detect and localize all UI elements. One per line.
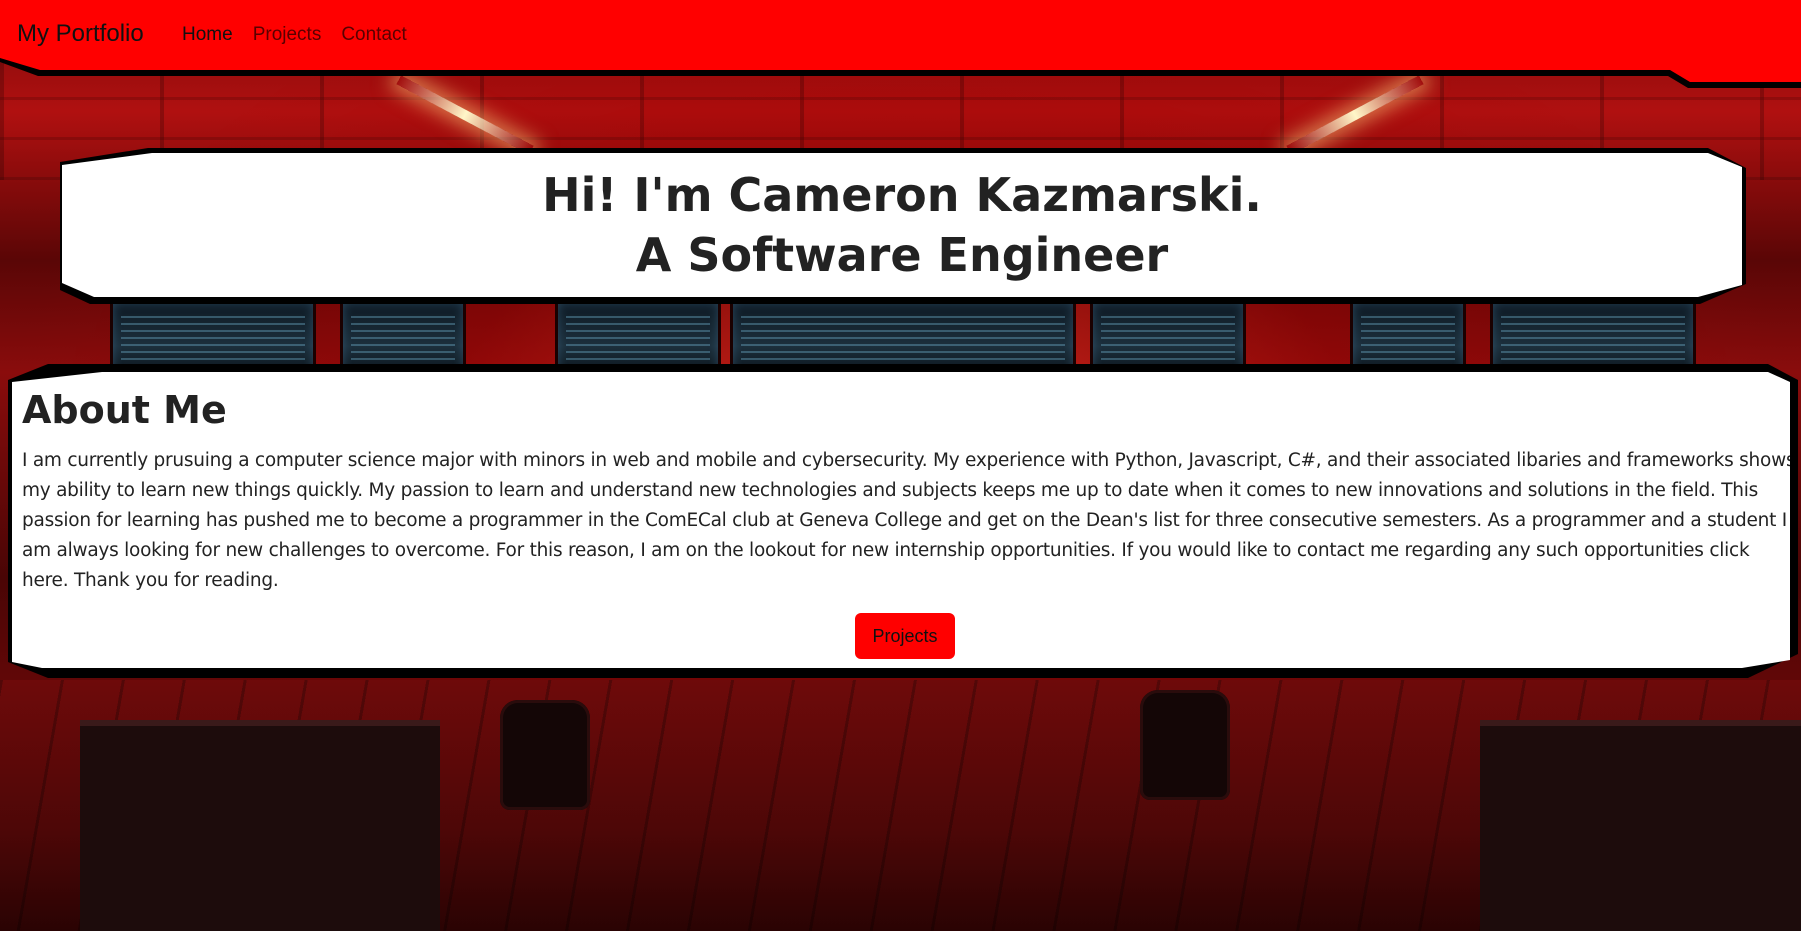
about-paragraph: I am currently prusuing a computer scien… (22, 450, 1796, 591)
hero-card: Hi! I'm Cameron Kazmarski. A Software En… (62, 153, 1742, 297)
chair (500, 700, 590, 810)
hero-heading: Hi! I'm Cameron Kazmarski. (542, 168, 1262, 222)
nav-link-projects[interactable]: Projects (253, 24, 322, 46)
desk (1480, 720, 1801, 931)
navbar: My Portfolio Home Projects Contact (0, 0, 1801, 82)
chair (1140, 690, 1230, 800)
nav-links: Home Projects Contact (182, 24, 407, 46)
brand-link[interactable]: My Portfolio (17, 20, 144, 48)
desk (80, 720, 440, 931)
nav-link-home[interactable]: Home (182, 24, 233, 46)
about-title: About Me (22, 388, 227, 432)
about-card: About Me I am currently prusuing a compu… (12, 372, 1790, 668)
nav-link-contact[interactable]: Contact (341, 24, 406, 46)
hero-subheading: A Software Engineer (635, 228, 1169, 282)
projects-button[interactable]: Projects (855, 613, 955, 659)
